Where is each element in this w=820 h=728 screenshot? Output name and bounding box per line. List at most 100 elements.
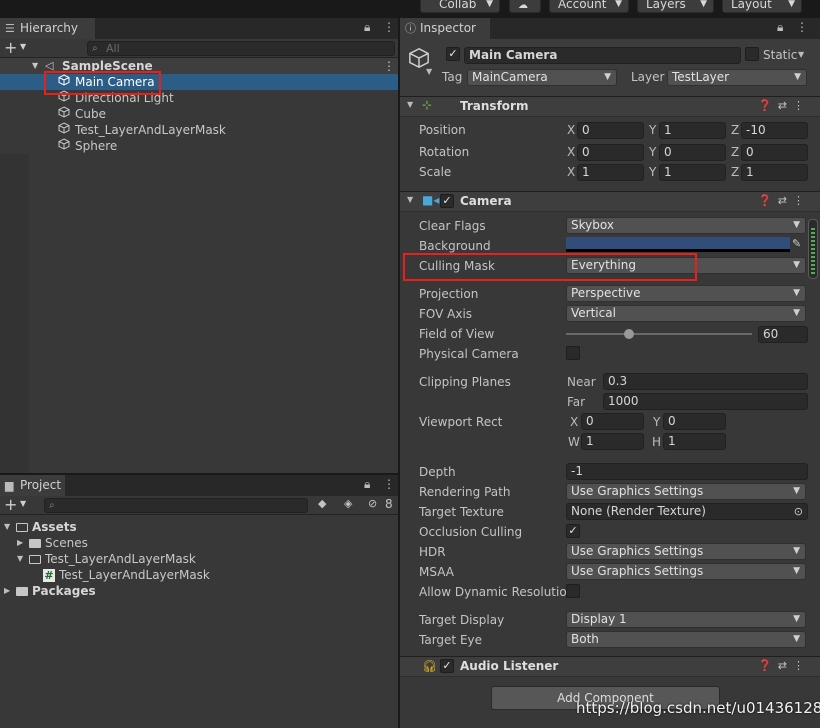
project-item-script[interactable]: # Test_LayerAndLayerMask	[0, 567, 398, 583]
project-search-input[interactable]: ⌕	[44, 498, 308, 513]
scale-x-field[interactable]: 1	[577, 164, 644, 181]
background-color-swatch[interactable]	[566, 237, 790, 252]
clear-flags-label: Clear Flags	[419, 219, 486, 233]
chevron-down-icon[interactable]: ▼	[407, 100, 413, 109]
create-icon[interactable]: +	[4, 38, 17, 57]
chevron-down-icon[interactable]: ▼	[17, 551, 27, 567]
viewport-w-field[interactable]: 1	[581, 433, 644, 450]
tab-project[interactable]: ▆ Project	[0, 475, 65, 496]
project-item-assets[interactable]: ▼ Assets	[0, 519, 398, 535]
audio-listener-header[interactable]: 🎧︎ ✓ Audio Listener ❓⇄⋮	[400, 656, 820, 677]
lock-icon[interactable]: 🔒︎	[364, 20, 370, 35]
kebab-menu-icon[interactable]: ⋮	[796, 20, 808, 34]
target-display-dropdown[interactable]: Display 1 ▼	[566, 611, 806, 628]
hierarchy-search-input[interactable]: ⌕ All	[87, 41, 395, 56]
viewport-h-field[interactable]: 1	[663, 433, 726, 450]
position-y-field[interactable]: 1	[659, 122, 726, 139]
help-icon[interactable]: ❓	[758, 194, 778, 207]
scale-x-value: 1	[582, 165, 590, 179]
create-icon[interactable]: +	[4, 495, 17, 514]
object-picker-icon[interactable]: ⊙	[794, 504, 803, 519]
kebab-menu-icon[interactable]: ⋮	[793, 99, 810, 112]
physical-camera-checkbox[interactable]	[566, 346, 580, 360]
rotation-y-field[interactable]: 0	[659, 144, 726, 161]
chevron-down-icon[interactable]: ▼	[4, 519, 14, 535]
fov-slider-knob[interactable]	[624, 329, 635, 339]
account-button[interactable]: Account ▼	[549, 0, 629, 13]
chevron-down-icon[interactable]: ▼	[20, 499, 26, 508]
hidden-packages-icon[interactable]: ⊘	[368, 497, 377, 510]
target-eye-dropdown[interactable]: Both ▼	[566, 631, 806, 648]
preset-icon[interactable]: ⇄	[778, 99, 793, 112]
position-x-field[interactable]: 0	[577, 122, 644, 139]
layers-button[interactable]: Layers ▼	[637, 0, 714, 13]
fov-slider-track[interactable]	[566, 333, 752, 335]
scale-y-field[interactable]: 1	[659, 164, 726, 181]
active-checkbox[interactable]: ✓	[446, 47, 460, 61]
help-icon[interactable]: ❓	[758, 99, 778, 112]
projection-dropdown[interactable]: Perspective ▼	[566, 285, 806, 302]
fov-field[interactable]: 60	[758, 326, 808, 343]
chevron-down-icon[interactable]: ▼	[20, 42, 26, 51]
rotation-z-field[interactable]: 0	[741, 144, 808, 161]
hierarchy-item-sphere[interactable]: Sphere	[0, 138, 398, 154]
hierarchy-item-test-layer[interactable]: Test_LayerAndLayerMask	[0, 122, 398, 138]
rotation-x-field[interactable]: 0	[577, 144, 644, 161]
target-texture-field[interactable]: None (Render Texture) ⊙	[566, 503, 808, 520]
far-value: 1000	[608, 394, 639, 408]
lock-icon[interactable]: 🔒︎	[777, 20, 783, 35]
tab-hierarchy[interactable]: ☰ Hierarchy	[0, 18, 95, 39]
kebab-menu-icon[interactable]: ⋮	[793, 194, 810, 207]
scale-z-field[interactable]: 1	[741, 164, 808, 181]
lock-icon[interactable]: 🔒︎	[364, 477, 370, 492]
collab-button[interactable]: Collab ▼	[420, 0, 500, 13]
kebab-menu-icon[interactable]: ⋮	[793, 659, 810, 672]
project-item-packages[interactable]: ▶ Packages	[0, 583, 398, 599]
rendering-path-dropdown[interactable]: Use Graphics Settings ▼	[566, 483, 806, 500]
depth-field[interactable]: -1	[566, 463, 808, 480]
hdr-dropdown[interactable]: Use Graphics Settings ▼	[566, 543, 806, 560]
fov-value: 60	[763, 327, 779, 341]
chevron-down-icon[interactable]: ▼	[32, 58, 38, 74]
object-name-field[interactable]: Main Camera	[464, 47, 741, 64]
kebab-menu-icon[interactable]: ⋮	[383, 20, 395, 34]
eyedropper-icon[interactable]: ✎	[792, 237, 801, 250]
position-z-field[interactable]: -10	[741, 122, 808, 139]
transform-header[interactable]: ▼ ⊹ Transform ❓⇄⋮	[400, 96, 820, 117]
chevron-down-icon[interactable]: ▼	[426, 67, 432, 76]
static-checkbox[interactable]	[745, 47, 759, 61]
kebab-menu-icon[interactable]: ⋮	[383, 58, 395, 74]
clear-flags-dropdown[interactable]: Skybox ▼	[566, 217, 806, 234]
inspector-scrollbar[interactable]	[808, 219, 818, 279]
camera-header[interactable]: ▼ ■◂ ✓ Camera ❓⇄⋮	[400, 191, 820, 212]
chevron-down-icon[interactable]: ▼	[407, 195, 413, 204]
camera-enabled-checkbox[interactable]: ✓	[440, 194, 454, 208]
project-item-scenes[interactable]: ▶ Scenes	[0, 535, 398, 551]
chevron-right-icon[interactable]: ▶	[4, 583, 14, 599]
far-field[interactable]: 1000	[603, 393, 808, 410]
layer-dropdown[interactable]: TestLayer ▼	[667, 69, 807, 86]
kebab-menu-icon[interactable]: ⋮	[383, 477, 395, 491]
occlusion-culling-checkbox[interactable]: ✓	[566, 524, 580, 538]
help-icon[interactable]: ❓	[758, 659, 778, 672]
tab-inspector[interactable]: ⓘ Inspector	[400, 18, 490, 39]
filter-by-label-icon[interactable]: ◈	[344, 497, 352, 510]
msaa-dropdown[interactable]: Use Graphics Settings ▼	[566, 563, 806, 580]
layout-button[interactable]: Layout ▼	[722, 0, 802, 13]
preset-icon[interactable]: ⇄	[778, 194, 793, 207]
scrollbar-thumb[interactable]	[811, 228, 815, 274]
chevron-down-icon[interactable]: ▼	[798, 50, 804, 59]
dynamic-resolution-checkbox[interactable]	[566, 584, 580, 598]
project-item-test-folder[interactable]: ▼ Test_LayerAndLayerMask	[0, 551, 398, 567]
viewport-y-field[interactable]: 0	[663, 413, 726, 430]
filter-by-type-icon[interactable]: ◆	[318, 497, 326, 510]
near-field[interactable]: 0.3	[603, 373, 808, 390]
viewport-x-field[interactable]: 0	[581, 413, 644, 430]
audio-listener-checkbox[interactable]: ✓	[440, 659, 454, 673]
hierarchy-item-cube[interactable]: Cube	[0, 106, 398, 122]
preset-icon[interactable]: ⇄	[778, 659, 793, 672]
chevron-right-icon[interactable]: ▶	[17, 535, 27, 551]
cloud-button[interactable]: ☁	[509, 0, 541, 13]
fov-axis-dropdown[interactable]: Vertical ▼	[566, 305, 806, 322]
tag-dropdown[interactable]: MainCamera ▼	[467, 69, 617, 86]
